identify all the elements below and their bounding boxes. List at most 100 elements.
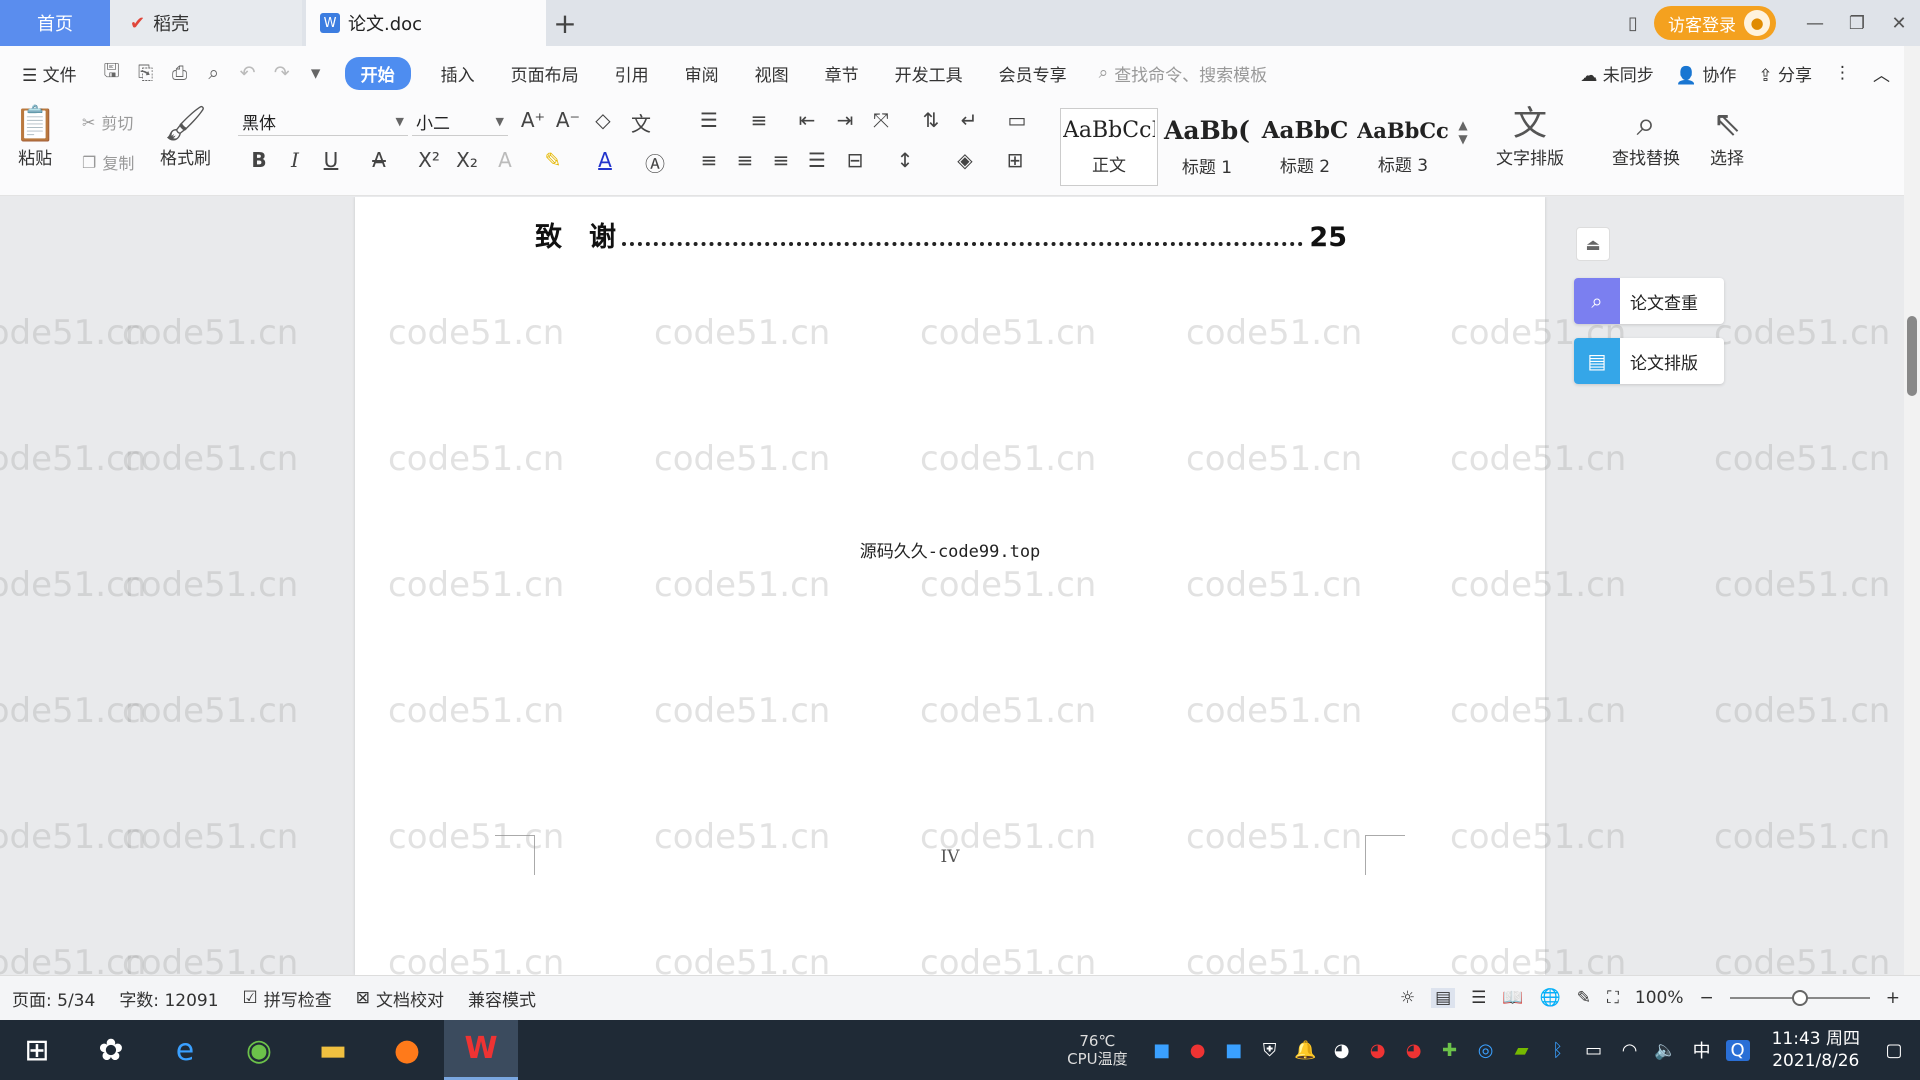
green-browser-icon[interactable]: ◉ — [222, 1020, 296, 1080]
style-heading-1[interactable]: AaBb( 标题 1 — [1158, 108, 1256, 186]
bluetooth-icon[interactable]: ᛒ — [1546, 1040, 1570, 1061]
menu-insert[interactable]: 插入 — [423, 61, 493, 86]
export-pdf-icon[interactable]: ⎘ — [129, 62, 163, 84]
text-direction-icon[interactable]: ⤧ — [866, 108, 896, 132]
write-mode-icon[interactable]: ✎ — [1577, 988, 1591, 1008]
word-count[interactable]: 字数: 12091 — [107, 986, 230, 1011]
decrease-font-icon[interactable]: A⁻ — [553, 108, 583, 132]
font-name-select[interactable]: 黑体 ▼ — [238, 108, 408, 136]
tab-daoke[interactable]: ✔ 稻壳 — [110, 0, 302, 46]
highlight-icon[interactable]: ✎ — [538, 148, 568, 172]
paste-button[interactable]: 📋 粘贴 — [14, 104, 56, 169]
reading-view-icon[interactable]: 📖 — [1502, 988, 1523, 1008]
menu-page-layout[interactable]: 页面布局 — [493, 61, 597, 86]
shield-icon[interactable]: ⛨ — [1258, 1040, 1282, 1061]
tab-home[interactable]: 首页 — [0, 0, 110, 46]
qq-icon[interactable]: ◕ — [1330, 1040, 1354, 1061]
italic-icon[interactable]: I — [280, 148, 310, 172]
qq-icon[interactable]: ◕ — [1402, 1040, 1426, 1061]
copy-button[interactable]: ❐ 复制 — [82, 150, 134, 174]
ie-browser-icon[interactable]: e — [148, 1020, 222, 1080]
superscript-icon[interactable]: X² — [414, 148, 444, 172]
save-icon[interactable]: 🖫 — [95, 57, 129, 89]
style-heading-3[interactable]: AaBbCcl 标题 3 — [1354, 108, 1452, 186]
restore-icon[interactable]: ❐ — [1836, 13, 1878, 34]
qq-icon[interactable]: ◕ — [1366, 1040, 1390, 1061]
page-view-icon[interactable]: ▤ — [1431, 988, 1456, 1008]
align-right-icon[interactable]: ≡ — [766, 148, 796, 172]
zoom-in-icon[interactable]: + — [1886, 988, 1900, 1008]
styles-scroll-icon[interactable]: ▲ ▼ — [1448, 118, 1478, 146]
collaborate-button[interactable]: 👤 协作 — [1676, 61, 1737, 86]
system-clock[interactable]: 11:43 周四 2021/8/26 — [1772, 1028, 1860, 1072]
action-center-icon[interactable]: ▢ — [1882, 1040, 1906, 1061]
file-menu[interactable]: ☰ 文件 — [0, 61, 95, 86]
command-search[interactable]: ⌕ 查找命令、搜索模板 — [1099, 61, 1268, 86]
bullet-list-icon[interactable]: ☰ — [694, 108, 724, 132]
sort-icon[interactable]: ⇅ — [916, 108, 946, 132]
document-page[interactable]: 致 谢 25 源码久久-code99.top IV — [355, 197, 1545, 975]
guest-login-button[interactable]: 访客登录 ● — [1654, 6, 1776, 40]
proofread-button[interactable]: ⊠ 文档校对 — [344, 986, 456, 1011]
share-button[interactable]: ⇪ 分享 — [1758, 61, 1812, 86]
font-size-select[interactable]: 小二 ▼ — [412, 108, 508, 136]
subscript-icon[interactable]: X₂ — [452, 148, 482, 172]
ruler-icon[interactable]: ▭ — [1002, 108, 1032, 132]
customize-quick-access-icon[interactable]: ▾ — [299, 62, 333, 84]
distribute-icon[interactable]: ⊟ — [840, 148, 870, 172]
menu-view[interactable]: 视图 — [737, 61, 807, 86]
side-panel-collapse-button[interactable]: ⏏ — [1576, 227, 1610, 261]
justify-icon[interactable]: ☰ — [802, 148, 832, 172]
clear-format-icon[interactable]: ◇ — [588, 108, 618, 132]
bold-icon[interactable]: B — [244, 148, 274, 172]
increase-font-icon[interactable]: A⁺ — [518, 108, 548, 132]
battery-icon[interactable]: ▭ — [1582, 1040, 1606, 1061]
strikethrough-icon[interactable]: A — [364, 148, 394, 172]
ime-indicator[interactable]: 中 — [1690, 1037, 1714, 1063]
wps-writer-icon[interactable]: W — [444, 1020, 518, 1080]
wifi-icon[interactable]: ◠ — [1618, 1040, 1642, 1061]
tray-app-icon[interactable]: ■ — [1150, 1040, 1174, 1061]
print-preview-icon[interactable]: ⌕ — [197, 62, 231, 84]
assistant-app-icon[interactable]: ✿ — [74, 1020, 148, 1080]
menu-review[interactable]: 审阅 — [667, 61, 737, 86]
outline-view-icon[interactable]: ☰ — [1471, 988, 1486, 1008]
file-explorer-icon[interactable]: ▬ — [296, 1020, 370, 1080]
zoom-level[interactable]: 100% — [1635, 988, 1684, 1008]
underline-icon[interactable]: U — [316, 148, 346, 172]
print-icon[interactable]: ⎙ — [163, 62, 197, 84]
borders-icon[interactable]: ⊞ — [1000, 148, 1030, 172]
sync-status[interactable]: ☁ 未同步 — [1580, 61, 1653, 86]
more-icon[interactable]: ⋮ — [1834, 63, 1851, 83]
undo-icon[interactable]: ↶ — [231, 62, 265, 84]
menu-chapter[interactable]: 章节 — [807, 61, 877, 86]
style-normal[interactable]: AaBbCcI 正文 — [1060, 108, 1158, 186]
increase-indent-icon[interactable]: ⇥ — [830, 108, 860, 132]
windows-start-icon[interactable]: ⊞ — [0, 1020, 74, 1080]
volume-icon[interactable]: 🔈 — [1654, 1040, 1678, 1061]
menu-member[interactable]: 会员专享 — [981, 61, 1085, 86]
decrease-indent-icon[interactable]: ⇤ — [792, 108, 822, 132]
media-app-icon[interactable]: ● — [370, 1020, 444, 1080]
nvidia-icon[interactable]: ▰ — [1510, 1040, 1534, 1061]
line-break-icon[interactable]: ↵ — [954, 108, 984, 132]
style-heading-2[interactable]: AaBbC 标题 2 — [1256, 108, 1354, 186]
spell-check-button[interactable]: ☑ 拼写检查 — [231, 986, 344, 1011]
zoom-slider-knob[interactable] — [1791, 990, 1808, 1006]
align-left-icon[interactable]: ≡ — [694, 148, 724, 172]
page-indicator[interactable]: 页面: 5/34 — [0, 986, 107, 1011]
eye-protection-icon[interactable]: ☼ — [1400, 988, 1415, 1008]
tab-document[interactable]: W 论文.doc — [306, 0, 546, 46]
redo-icon[interactable]: ↷ — [265, 62, 299, 84]
numbered-list-icon[interactable]: ≡ — [744, 108, 774, 132]
char-border-icon[interactable]: Ⓐ — [640, 148, 670, 177]
find-replace-button[interactable]: ⌕ 查找替换 — [1612, 104, 1680, 169]
notification-bell-icon[interactable]: 🔔 — [1294, 1040, 1318, 1061]
menu-developer[interactable]: 开发工具 — [877, 61, 981, 86]
shading-icon[interactable]: ◈ — [950, 148, 980, 172]
menu-references[interactable]: 引用 — [597, 61, 667, 86]
vertical-scrollbar[interactable] — [1904, 46, 1920, 976]
zoom-slider[interactable] — [1729, 990, 1870, 1006]
paper-layout-button[interactable]: ▤ 论文排版 — [1574, 338, 1724, 384]
phonetic-guide-icon[interactable]: 文 — [626, 108, 656, 137]
